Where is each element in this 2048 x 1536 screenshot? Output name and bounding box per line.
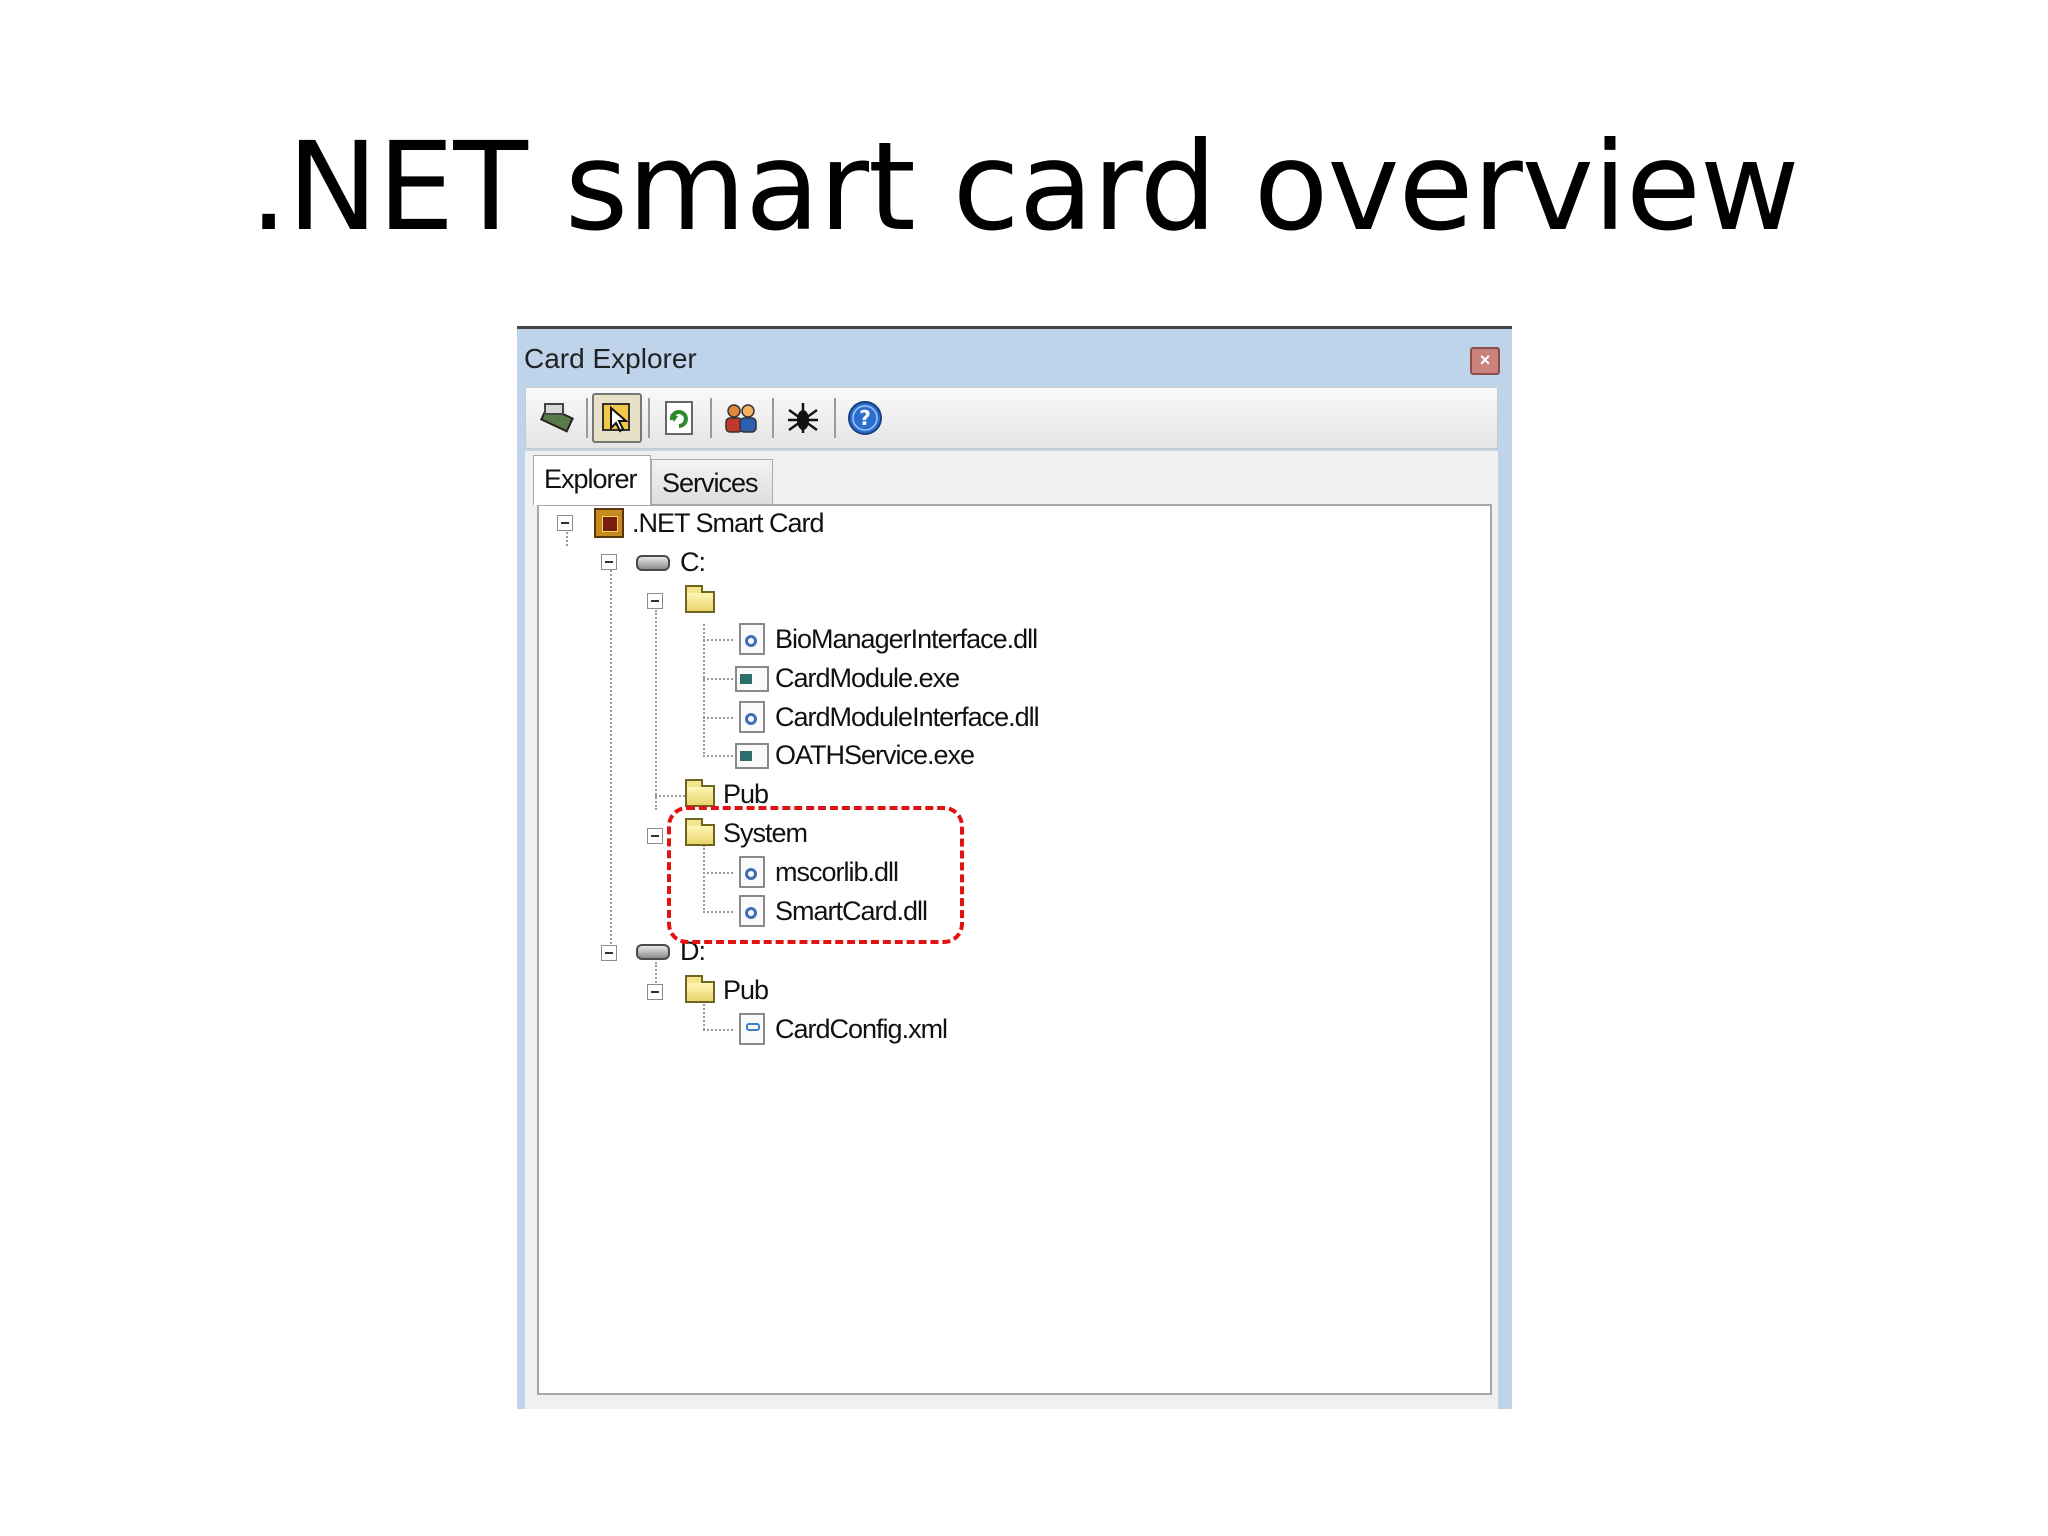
- collapse-toggle[interactable]: [647, 984, 663, 1000]
- tree-node-label: Pub: [723, 778, 769, 809]
- collapse-toggle[interactable]: [647, 593, 663, 609]
- tree-node-label: CardModuleInterface.dll: [775, 701, 1040, 732]
- window-title: Card Explorer: [524, 343, 697, 374]
- refresh-icon[interactable]: [654, 393, 704, 443]
- select-tool-icon[interactable]: [592, 393, 642, 443]
- tree-node-label: Pub: [723, 974, 769, 1005]
- drive-icon: [636, 934, 674, 968]
- debug-bug-icon[interactable]: [778, 393, 828, 443]
- tree-node-label: .NET Smart Card: [632, 507, 825, 538]
- users-icon[interactable]: [716, 393, 766, 443]
- tree-node-file[interactable]: OATHService.exe: [735, 737, 975, 773]
- tb-separator: [772, 398, 774, 438]
- folder-icon: [683, 973, 717, 1007]
- tb-separator: [586, 398, 588, 438]
- collapse-toggle[interactable]: [647, 828, 663, 844]
- tree-node-file[interactable]: CardModuleInterface.dll: [735, 699, 1040, 735]
- tree-node-label: CardConfig.xml: [775, 1013, 948, 1044]
- close-icon[interactable]: ×: [1470, 347, 1500, 375]
- highlight-annotation: [667, 806, 964, 944]
- dll-file-icon: [735, 622, 769, 656]
- smart-card-chip-icon: [592, 506, 626, 540]
- tb-separator: [710, 398, 712, 438]
- tree-node-file[interactable]: CardModule.exe: [735, 660, 960, 696]
- tree-node-label: CardModule.exe: [775, 662, 960, 693]
- tree-line: [610, 570, 612, 952]
- toolbar: ?: [525, 387, 1498, 449]
- tree-node-file[interactable]: BioManagerInterface.dll: [735, 621, 1038, 657]
- tab-services[interactable]: Services: [651, 459, 773, 505]
- tree-line: [703, 755, 733, 757]
- tree-line: [703, 678, 733, 680]
- tree-node-drive-c[interactable]: C:: [636, 544, 706, 580]
- tree-line: [703, 717, 733, 719]
- drive-icon: [636, 545, 674, 579]
- dll-file-icon: [735, 700, 769, 734]
- slide-title: .NET smart card overview: [249, 116, 1799, 258]
- collapse-toggle[interactable]: [601, 554, 617, 570]
- card-reader-icon[interactable]: [532, 393, 582, 443]
- tb-separator: [648, 398, 650, 438]
- tree-node-root-folder[interactable]: [683, 582, 723, 618]
- folder-icon: [683, 583, 717, 617]
- tree-node-file[interactable]: CardConfig.xml: [735, 1011, 948, 1047]
- tree-line: [655, 795, 685, 797]
- svg-text:?: ?: [859, 406, 871, 430]
- tree-node-smart-card[interactable]: .NET Smart Card: [592, 505, 825, 541]
- tree-line: [566, 532, 568, 546]
- exe-file-icon: [735, 738, 769, 772]
- tab-explorer[interactable]: Explorer: [533, 455, 651, 505]
- window-titlebar: Card Explorer ×: [517, 329, 1512, 385]
- tb-separator: [834, 398, 836, 438]
- tree-node-folder-pub-d[interactable]: Pub: [683, 972, 769, 1008]
- collapse-toggle[interactable]: [601, 945, 617, 961]
- exe-file-icon: [735, 661, 769, 695]
- collapse-toggle[interactable]: [557, 515, 573, 531]
- help-icon[interactable]: ?: [840, 393, 890, 443]
- tree-line: [703, 639, 733, 641]
- tree-line: [655, 610, 657, 810]
- tree-node-label: C:: [680, 546, 706, 577]
- tree-line: [703, 624, 705, 754]
- tree-node-label: BioManagerInterface.dll: [775, 623, 1038, 654]
- tree-node-label: OATHService.exe: [775, 739, 975, 770]
- xml-file-icon: [735, 1012, 769, 1046]
- tree-line: [703, 1029, 733, 1031]
